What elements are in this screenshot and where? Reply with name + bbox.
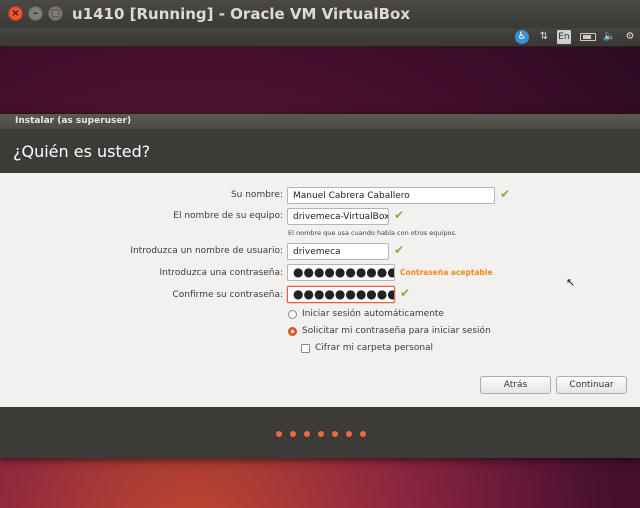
require-password-radio[interactable] (288, 327, 297, 336)
minimize-window-button[interactable]: – (28, 6, 43, 21)
encrypt-home-checkbox[interactable] (301, 344, 310, 353)
require-password-label[interactable]: Solicitar mi contraseña para iniciar ses… (302, 326, 491, 336)
keyboard-layout-indicator[interactable]: En (557, 30, 571, 44)
name-label: Su nombre: (230, 190, 283, 200)
computer-name-valid-check-icon: ✔ (394, 208, 405, 222)
username-valid-check-icon: ✔ (394, 243, 405, 257)
progress-step-dot (304, 431, 310, 437)
progress-step-dot (318, 431, 324, 437)
installer-title: Instalar (as superuser) (15, 116, 132, 126)
close-window-button[interactable]: × (8, 6, 23, 21)
page-title: ¿Quién es usted? (13, 142, 151, 161)
volume-icon[interactable]: 🔈 (603, 30, 615, 44)
name-input[interactable]: Manuel Cabrera Caballero (287, 187, 495, 204)
battery-icon[interactable] (580, 33, 596, 41)
window-title: u1410 [Running] - Oracle VM VirtualBox (72, 5, 411, 23)
maximize-icon: □ (50, 8, 61, 19)
close-icon: × (11, 8, 20, 19)
auto-login-radio[interactable] (288, 310, 297, 319)
maximize-window-button[interactable]: □ (48, 6, 63, 21)
guest-top-panel: ♿ ⇅ En 🔈 ⚙ (0, 28, 640, 47)
installer-window: Instalar (as superuser) ¿Quién es usted?… (0, 114, 640, 458)
progress-step-dot (346, 431, 352, 437)
installer-header: ¿Quién es usted? (0, 129, 640, 173)
progress-footer (0, 407, 640, 458)
username-input[interactable]: drivemeca (287, 243, 389, 260)
minimize-icon: – (33, 8, 38, 19)
virtualbox-titlebar: × – □ u1410 [Running] - Oracle VM Virtua… (0, 0, 640, 28)
encrypt-home-label[interactable]: Cifrar mi carpeta personal (315, 343, 433, 353)
confirm-password-valid-check-icon: ✔ (400, 286, 411, 300)
system-menu-gear-icon[interactable]: ⚙ (624, 30, 636, 44)
progress-step-dot (290, 431, 296, 437)
progress-step-dot (360, 431, 366, 437)
network-icon[interactable]: ⇅ (538, 30, 550, 44)
computer-name-hint: El nombre que usa cuando habla con otros… (288, 229, 457, 237)
password-label: Introduzca una contraseña: (159, 268, 283, 278)
name-valid-check-icon: ✔ (500, 187, 511, 201)
username-label: Introduzca un nombre de usuario: (130, 246, 283, 256)
confirm-password-label: Confirme su contraseña: (172, 290, 283, 300)
mouse-pointer-icon: ↖ (566, 276, 576, 289)
password-strength-label: Contraseña aceptable (400, 268, 493, 277)
progress-step-dot (332, 431, 338, 437)
computer-name-input[interactable]: drivemeca-VirtualBox (287, 208, 389, 225)
installer-titlebar: Instalar (as superuser) (0, 114, 640, 129)
user-form: Su nombre: Manuel Cabrera Caballero ✔ El… (0, 173, 640, 407)
auto-login-label[interactable]: Iniciar sesión automáticamente (302, 309, 444, 319)
password-input[interactable]: ●●●●●●●●●●● (287, 264, 395, 281)
progress-step-dot (276, 431, 282, 437)
computer-name-label: El nombre de su equipo: (173, 211, 283, 221)
confirm-password-input[interactable]: ●●●●●●●●●●● (287, 286, 395, 303)
continue-button[interactable]: Continuar (556, 376, 627, 394)
back-button[interactable]: Atrás (480, 376, 551, 394)
accessibility-icon[interactable]: ♿ (515, 30, 529, 44)
